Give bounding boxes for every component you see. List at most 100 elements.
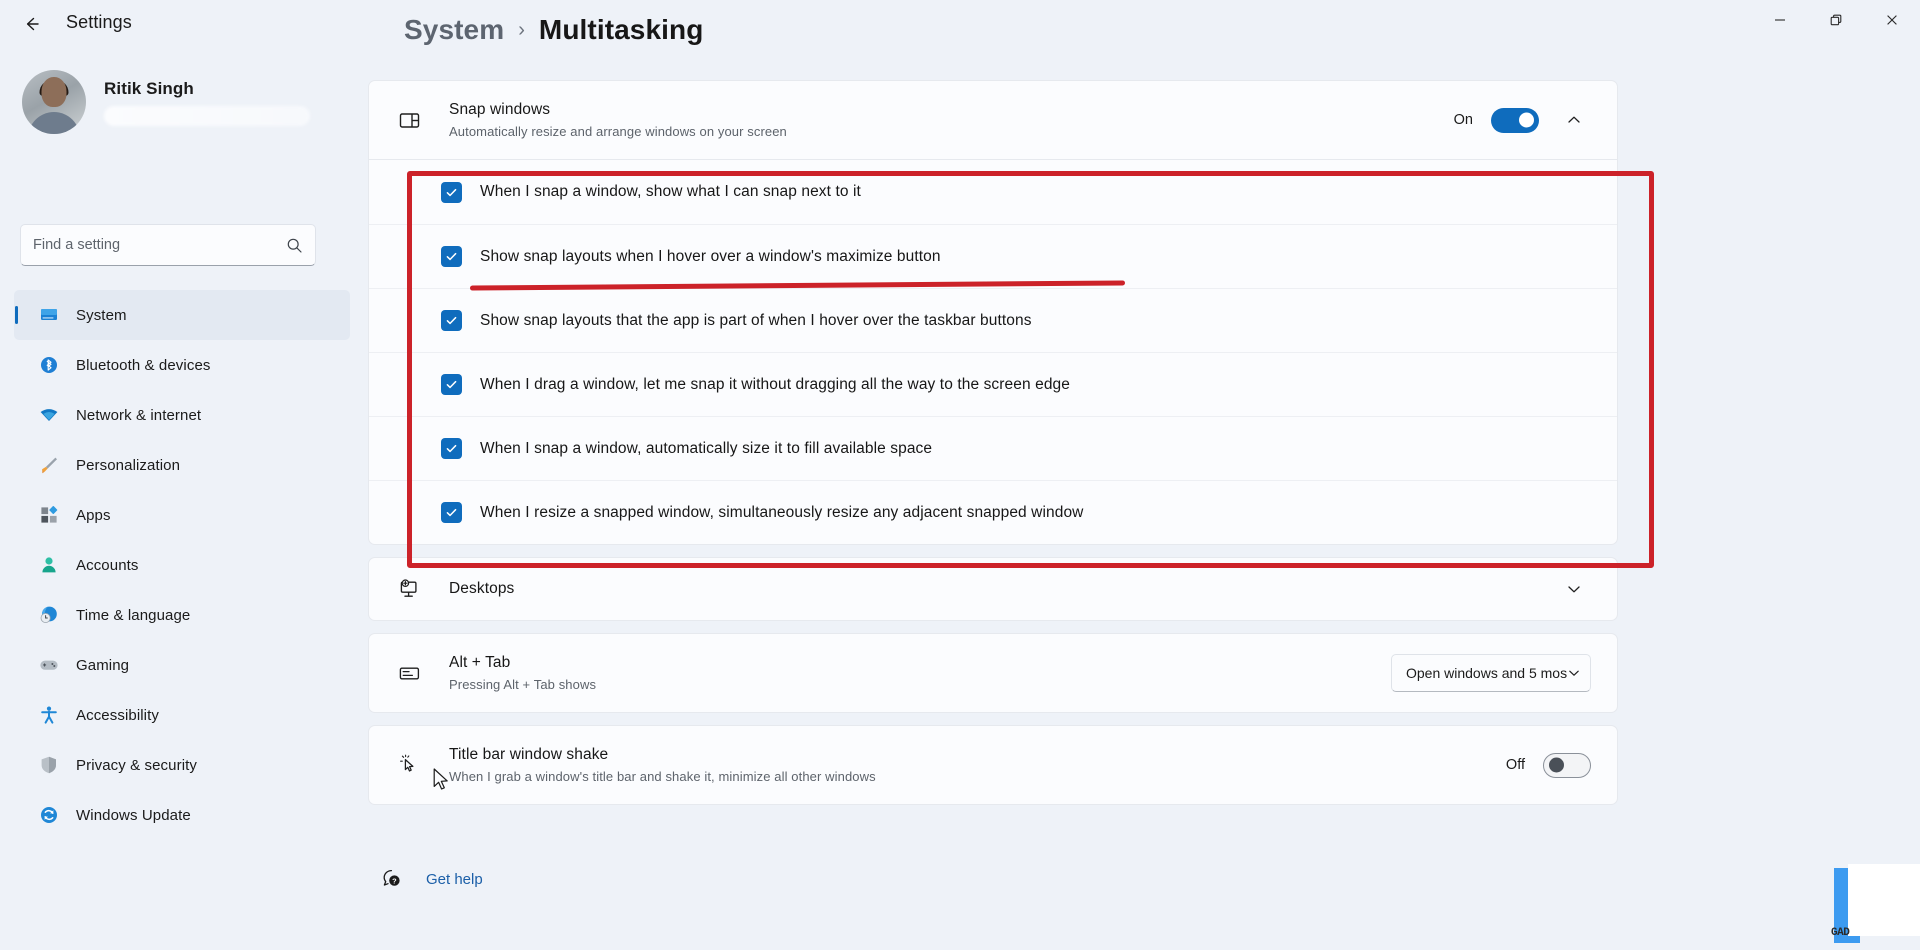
- sidebar-item-label: Bluetooth & devices: [76, 356, 211, 374]
- clock-globe-icon: [38, 604, 60, 626]
- sidebar-item-bluetooth-devices[interactable]: Bluetooth & devices: [14, 340, 350, 390]
- window-controls: [1752, 0, 1920, 40]
- restore-button[interactable]: [1808, 0, 1864, 40]
- title-bar-shake-subtitle: When I grab a window's title bar and sha…: [449, 769, 876, 784]
- get-help-link[interactable]: ? Get help: [368, 862, 495, 896]
- desktops-title: Desktops: [449, 580, 515, 597]
- desktops-card: Desktops: [368, 557, 1618, 621]
- snap-windows-collapse-button[interactable]: [1557, 103, 1591, 137]
- sidebar-item-apps[interactable]: Apps: [14, 490, 350, 540]
- wifi-icon: [38, 404, 60, 426]
- checkbox-checked-icon[interactable]: [441, 374, 462, 395]
- alt-tab-dropdown-value: Open windows and 5 most recent tabs: [1406, 665, 1567, 681]
- title-bar-shake-state-label: Off: [1505, 757, 1525, 773]
- minimize-button[interactable]: [1752, 0, 1808, 40]
- alt-tab-row[interactable]: Alt + Tab Pressing Alt + Tab shows Open …: [369, 634, 1617, 712]
- checkbox-checked-icon[interactable]: [441, 310, 462, 331]
- title-bar-shake-title: Title bar window shake: [449, 746, 609, 763]
- alt-tab-card: Alt + Tab Pressing Alt + Tab shows Open …: [368, 633, 1618, 713]
- snap-option-label: When I drag a window, let me snap it wit…: [480, 375, 1070, 393]
- sidebar-item-label: Personalization: [76, 456, 181, 474]
- gamepad-icon: [38, 654, 60, 676]
- snap-windows-row[interactable]: Snap windows Automatically resize and ar…: [369, 81, 1617, 159]
- sidebar-item-network-internet[interactable]: Network & internet: [14, 390, 350, 440]
- sidebar-item-label: Apps: [76, 506, 111, 524]
- app-title: Settings: [66, 12, 132, 32]
- desktops-expand-button[interactable]: [1557, 572, 1591, 606]
- sidebar-item-time-language[interactable]: Time & language: [14, 590, 350, 640]
- alt-tab-subtitle: Pressing Alt + Tab shows: [449, 677, 597, 692]
- system-icon: [38, 304, 60, 326]
- checkbox-checked-icon[interactable]: [441, 181, 462, 203]
- sidebar-item-label: Windows Update: [76, 806, 191, 824]
- restore-icon: [1830, 14, 1842, 26]
- sidebar-item-label: Privacy & security: [76, 756, 197, 774]
- desktops-row[interactable]: Desktops: [369, 558, 1617, 620]
- paintbrush-icon: [38, 454, 60, 476]
- update-icon: [38, 804, 60, 826]
- snap-windows-title: Snap windows: [449, 101, 551, 118]
- sidebar: Ritik Singh System: [0, 48, 356, 950]
- snap-windows-subtitle: Automatically resize and arrange windows…: [449, 124, 787, 139]
- snap-layout-icon: [395, 109, 423, 132]
- snap-option-row[interactable]: When I resize a snapped window, simultan…: [369, 480, 1617, 544]
- snap-option-label: When I snap a window, show what I can sn…: [480, 183, 861, 200]
- desktops-icon: [395, 578, 423, 601]
- title-bar-shake-toggle[interactable]: [1543, 752, 1591, 778]
- search-icon: [287, 238, 302, 253]
- sidebar-item-label: Gaming: [76, 656, 130, 674]
- sidebar-item-personalization[interactable]: Personalization: [14, 440, 350, 490]
- window-shake-icon: [395, 754, 423, 777]
- help-question-icon: ?: [380, 868, 404, 890]
- title-bar-shake-row[interactable]: Title bar window shake When I grab a win…: [369, 726, 1617, 804]
- alt-tab-dropdown[interactable]: Open windows and 5 most recent tabs: [1391, 654, 1591, 692]
- search-box[interactable]: [20, 224, 316, 266]
- snap-option-label: When I snap a window, automatically size…: [480, 439, 933, 457]
- settings-list: Snap windows Automatically resize and ar…: [368, 80, 1618, 817]
- watermark-logo: GAD: [1810, 858, 1920, 950]
- chevron-down-icon: [1568, 586, 1580, 593]
- user-profile[interactable]: Ritik Singh: [22, 70, 310, 134]
- close-icon: [1887, 15, 1897, 25]
- accessibility-icon: [38, 704, 60, 726]
- back-button[interactable]: [10, 4, 54, 44]
- snap-windows-toggle[interactable]: [1491, 107, 1539, 133]
- account-icon: [38, 554, 60, 576]
- snap-option-label: Show snap layouts that the app is part o…: [480, 311, 1032, 329]
- alt-tab-title: Alt + Tab: [449, 654, 511, 671]
- sidebar-item-accessibility[interactable]: Accessibility: [14, 690, 350, 740]
- search-input[interactable]: [33, 237, 286, 253]
- watermark-text: GAD: [1831, 927, 1850, 939]
- sidebar-item-system[interactable]: System: [14, 290, 350, 340]
- title-bar-shake-card: Title bar window shake When I grab a win…: [368, 725, 1618, 805]
- snap-option-row[interactable]: When I snap a window, automatically size…: [369, 416, 1617, 480]
- profile-name: Ritik Singh: [104, 78, 194, 98]
- avatar[interactable]: [22, 70, 86, 134]
- snap-option-row[interactable]: Show snap layouts that the app is part o…: [369, 288, 1617, 352]
- bluetooth-icon: [38, 354, 60, 376]
- chevron-up-icon: [1568, 116, 1580, 123]
- snap-windows-state-label: On: [1453, 112, 1473, 128]
- checkbox-checked-icon[interactable]: [441, 502, 462, 523]
- sidebar-item-accounts[interactable]: Accounts: [14, 540, 350, 590]
- snap-option-row[interactable]: When I drag a window, let me snap it wit…: [369, 352, 1617, 416]
- svg-text:?: ?: [392, 877, 397, 886]
- arrow-left-icon: [26, 17, 39, 31]
- snap-windows-card: Snap windows Automatically resize and ar…: [368, 80, 1618, 160]
- snap-option-row[interactable]: When I snap a window, show what I can sn…: [369, 160, 1617, 224]
- sidebar-item-gaming[interactable]: Gaming: [14, 640, 350, 690]
- checkbox-checked-icon[interactable]: [441, 438, 462, 459]
- sidebar-item-label: Network & internet: [76, 406, 202, 424]
- alt-tab-icon: [395, 662, 423, 685]
- sidebar-nav: System Bluetooth & devices Network & int…: [14, 290, 350, 840]
- chevron-down-icon: [1569, 670, 1579, 676]
- sidebar-item-windows-update[interactable]: Windows Update: [14, 790, 350, 840]
- snap-option-row[interactable]: Show snap layouts when I hover over a wi…: [369, 224, 1617, 288]
- sidebar-item-label: Accessibility: [76, 706, 159, 724]
- get-help-label: Get help: [426, 870, 483, 888]
- sidebar-item-label: Time & language: [76, 606, 191, 624]
- close-button[interactable]: [1864, 0, 1920, 40]
- sidebar-item-privacy-security[interactable]: Privacy & security: [14, 740, 350, 790]
- sidebar-item-label: System: [76, 306, 127, 324]
- checkbox-checked-icon[interactable]: [441, 246, 462, 267]
